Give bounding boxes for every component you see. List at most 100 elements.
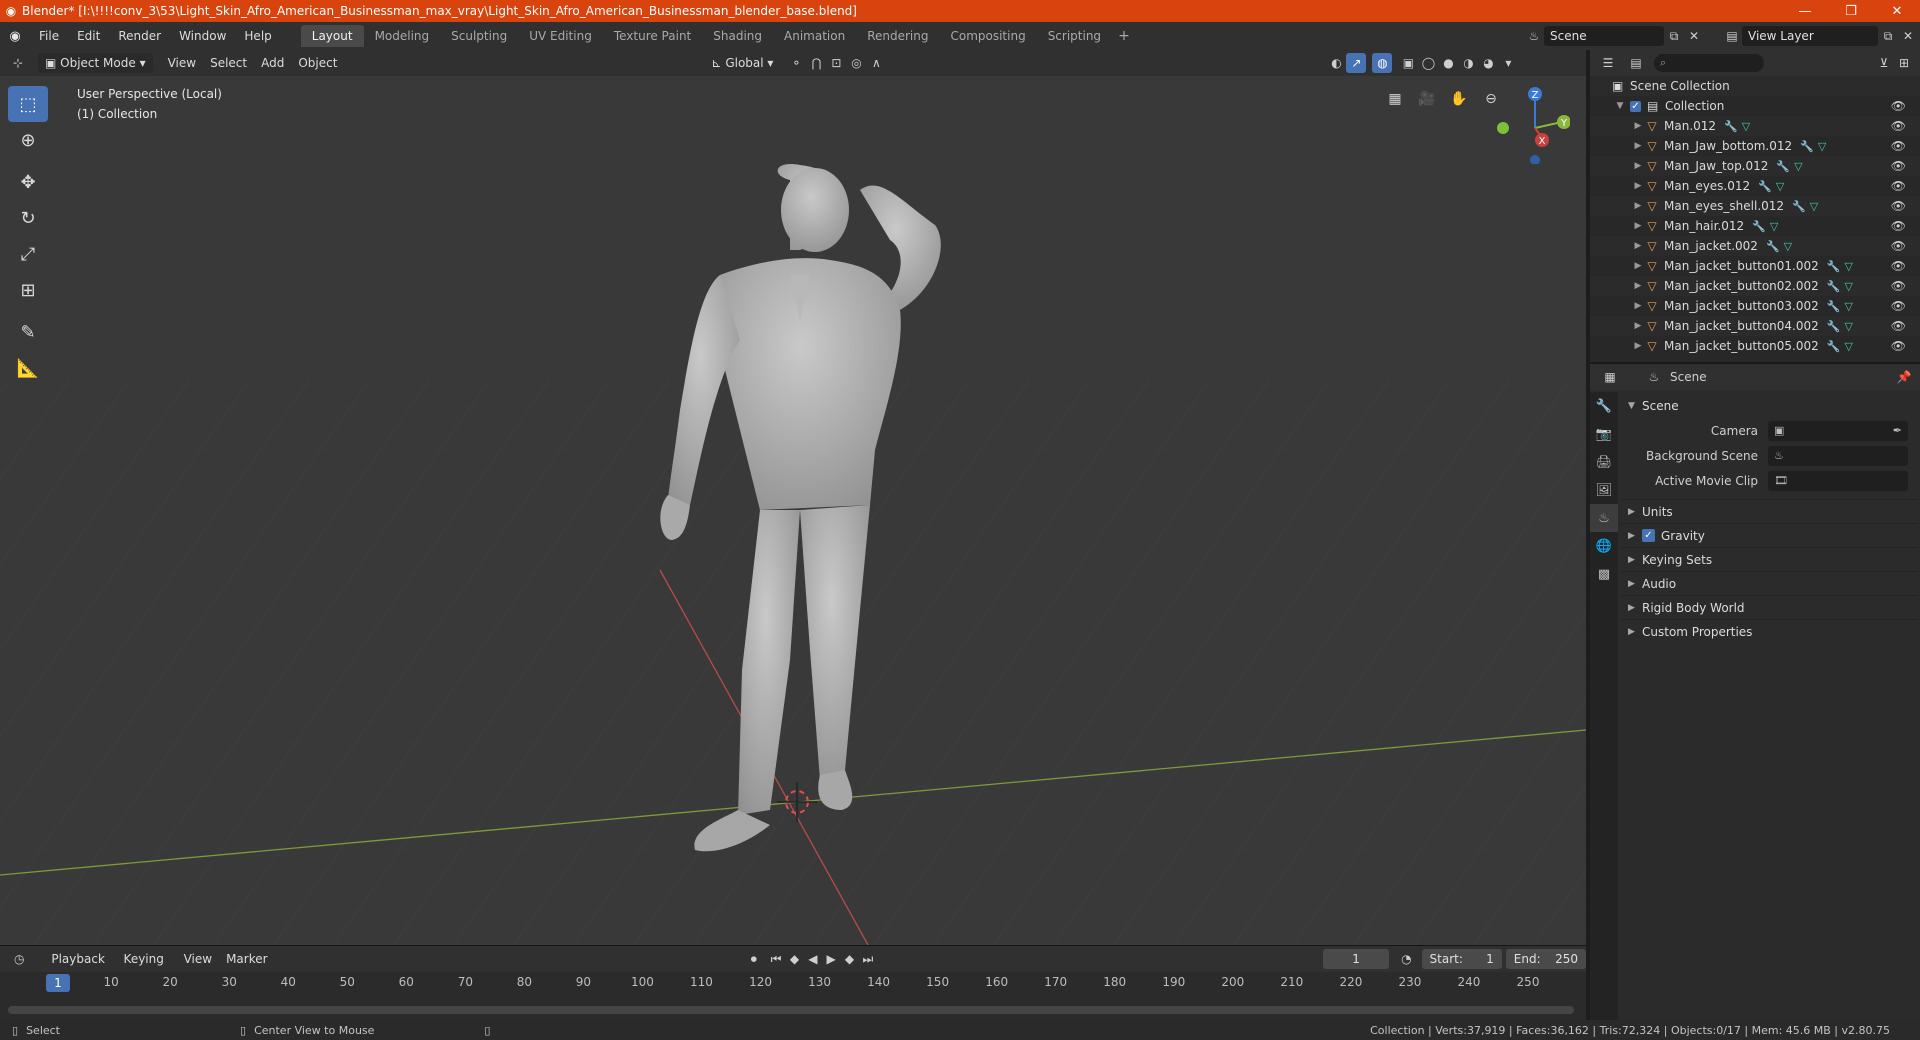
current-frame-field[interactable]: 1 — [1323, 949, 1390, 969]
tab-modeling[interactable]: Modeling — [364, 25, 441, 47]
end-frame-field[interactable]: End: 250 — [1505, 949, 1587, 969]
menu-marker[interactable]: Marker — [219, 949, 274, 969]
filter-icon[interactable]: ⊻ — [1874, 53, 1894, 73]
render-tab-icon[interactable]: 📷 — [1590, 420, 1618, 448]
scene-panel-header[interactable]: ▼ Scene — [1620, 394, 1918, 418]
outliner-object-row[interactable]: ▶ ▽ Man_jacket.002 🔧 ▽ 👁 — [1590, 236, 1920, 256]
falloff-icon[interactable]: ∧ — [866, 53, 886, 73]
mesh-data-icon[interactable]: ▽ — [1794, 160, 1802, 173]
output-tab-icon[interactable]: 🖨 — [1590, 448, 1618, 476]
preview-range-icon[interactable]: ◔ — [1397, 949, 1415, 969]
editor-type-icon[interactable]: ⊹ — [8, 53, 28, 73]
mesh-data-icon[interactable]: ▽ — [1844, 320, 1852, 333]
menu-object[interactable]: Object — [291, 53, 344, 73]
play-icon[interactable]: ▶ — [822, 949, 840, 969]
eye-icon[interactable]: 👁 — [1891, 99, 1906, 113]
view-layer-field[interactable]: View Layer — [1742, 26, 1878, 46]
outliner-object-row[interactable]: ▶ ▽ Man_jacket_button02.002 🔧 ▽ 👁 — [1590, 276, 1920, 296]
object-expand-icon[interactable]: ▶ — [1632, 221, 1644, 231]
eye-icon[interactable]: 👁 — [1891, 219, 1906, 233]
collection-row[interactable]: ▼ ✓ ▤ Collection 👁 — [1590, 96, 1920, 116]
menu-select[interactable]: Select — [203, 53, 254, 73]
modifier-wrench-icon[interactable]: 🔧 — [1800, 140, 1814, 153]
custom-properties-panel[interactable]: ▶ Custom Properties — [1620, 619, 1918, 643]
annotate-tool-icon[interactable]: ✎ — [8, 314, 48, 350]
modifier-wrench-icon[interactable]: 🔧 — [1827, 260, 1841, 273]
outliner-object-row[interactable]: ▶ ▽ Man_jacket_button01.002 🔧 ▽ 👁 — [1590, 256, 1920, 276]
view-layer-tab-icon[interactable]: 🖼 — [1590, 476, 1618, 504]
xray-toggle-icon[interactable]: ▣ — [1398, 53, 1418, 73]
eye-icon[interactable]: 👁 — [1891, 239, 1906, 253]
modifier-wrench-icon[interactable]: 🔧 — [1792, 200, 1806, 213]
jump-end-icon[interactable]: ⏭ — [859, 949, 877, 969]
gravity-checkbox[interactable]: ✓ — [1642, 529, 1655, 542]
menu-edit[interactable]: Edit — [68, 22, 109, 50]
move-tool-icon[interactable]: ✥ — [8, 164, 48, 200]
shading-options-icon[interactable]: ▾ — [1498, 53, 1518, 73]
overlay-toggle-icon[interactable]: ◍ — [1372, 53, 1393, 73]
keying-sets-panel[interactable]: ▶ Keying Sets — [1620, 547, 1918, 571]
transform-tool-icon[interactable]: ⊞ — [8, 272, 48, 308]
scene-selector[interactable]: ♨ Scene ⧉ ✕ — [1524, 26, 1704, 46]
cursor-tool-icon[interactable]: ⊕ — [8, 122, 48, 158]
eye-icon[interactable]: 👁 — [1891, 319, 1906, 333]
add-workspace-button[interactable]: + — [1112, 28, 1136, 44]
properties-type-icon[interactable]: ▦ — [1600, 367, 1620, 387]
camera-field[interactable]: ▣ ✒ — [1768, 420, 1908, 441]
rotate-tool-icon[interactable]: ↻ — [8, 200, 48, 236]
mode-selector[interactable]: ▣ Object Mode ▾ — [38, 53, 153, 73]
modifier-wrench-icon[interactable]: 🔧 — [1766, 240, 1780, 253]
delete-scene-icon[interactable]: ✕ — [1684, 26, 1704, 46]
play-reverse-icon[interactable]: ◀ — [804, 949, 822, 969]
3d-viewport[interactable]: ⊹ ▣ Object Mode ▾ View Select Add Object… — [0, 50, 1586, 945]
object-expand-icon[interactable]: ▶ — [1632, 201, 1644, 211]
menu-window[interactable]: Window — [170, 22, 235, 50]
object-expand-icon[interactable]: ▶ — [1632, 321, 1644, 331]
scene-tab-icon[interactable]: ♨ — [1590, 504, 1618, 532]
tab-rendering[interactable]: Rendering — [856, 25, 939, 47]
timeline-editor-type-icon[interactable]: ◷ — [10, 949, 28, 969]
gizmo-neg-y[interactable] — [1497, 122, 1509, 134]
tab-sculpting[interactable]: Sculpting — [440, 25, 518, 47]
texture-tab-icon[interactable]: ▩ — [1590, 560, 1618, 588]
eye-icon[interactable]: 👁 — [1891, 199, 1906, 213]
modifier-wrench-icon[interactable]: 🔧 — [1827, 280, 1841, 293]
tab-scripting[interactable]: Scripting — [1037, 25, 1112, 47]
outliner-object-row[interactable]: ▶ ▽ Man_hair.012 🔧 ▽ 👁 — [1590, 216, 1920, 236]
new-view-layer-icon[interactable]: ⧉ — [1878, 26, 1898, 46]
object-expand-icon[interactable]: ▶ — [1632, 161, 1644, 171]
camera-view-icon[interactable]: 🎥 — [1414, 86, 1440, 112]
pivot-point-icon[interactable]: ⚬ — [786, 53, 806, 73]
mesh-data-icon[interactable]: ▽ — [1844, 260, 1852, 273]
units-panel[interactable]: ▶ Units — [1620, 499, 1918, 523]
mesh-data-icon[interactable]: ▽ — [1776, 180, 1784, 193]
object-expand-icon[interactable]: ▶ — [1632, 181, 1644, 191]
eye-icon[interactable]: 👁 — [1891, 159, 1906, 173]
world-tab-icon[interactable]: 🌐 — [1590, 532, 1618, 560]
eye-icon[interactable]: 👁 — [1891, 139, 1906, 153]
gizmo-toggle-icon[interactable]: ↗ — [1346, 53, 1367, 73]
wireframe-shading-icon[interactable]: ◯ — [1418, 53, 1438, 73]
eyedropper-icon[interactable]: ✒ — [1893, 424, 1902, 437]
mesh-data-icon[interactable]: ▽ — [1784, 240, 1792, 253]
collection-checkbox[interactable]: ✓ — [1630, 100, 1641, 112]
object-expand-icon[interactable]: ▶ — [1632, 241, 1644, 251]
modifier-wrench-icon[interactable]: 🔧 — [1724, 120, 1738, 133]
orientation-selector[interactable]: ⊾ Global ▾ — [704, 53, 780, 73]
gravity-panel[interactable]: ▶ ✓ Gravity — [1620, 523, 1918, 547]
new-scene-icon[interactable]: ⧉ — [1664, 26, 1684, 46]
tab-compositing[interactable]: Compositing — [939, 25, 1036, 47]
jump-keyframe-forward-icon[interactable]: ◆ — [840, 949, 858, 969]
eye-icon[interactable]: 👁 — [1891, 119, 1906, 133]
tab-uv-editing[interactable]: UV Editing — [518, 25, 603, 47]
audio-panel[interactable]: ▶ Audio — [1620, 571, 1918, 595]
eye-icon[interactable]: 👁 — [1891, 299, 1906, 313]
outliner-search-input[interactable]: ⌕ — [1654, 54, 1764, 72]
current-frame-indicator[interactable]: 1 — [46, 974, 70, 992]
menu-view[interactable]: View — [161, 53, 203, 73]
outliner-object-row[interactable]: ▶ ▽ Man_jacket_button04.002 🔧 ▽ 👁 — [1590, 316, 1920, 336]
mesh-data-icon[interactable]: ▽ — [1742, 120, 1750, 133]
outliner-object-row[interactable]: ▶ ▽ Man_eyes_shell.012 🔧 ▽ 👁 — [1590, 196, 1920, 216]
mesh-data-icon[interactable]: ▽ — [1770, 220, 1778, 233]
select-box-tool-icon[interactable]: ⬚ — [8, 86, 48, 122]
